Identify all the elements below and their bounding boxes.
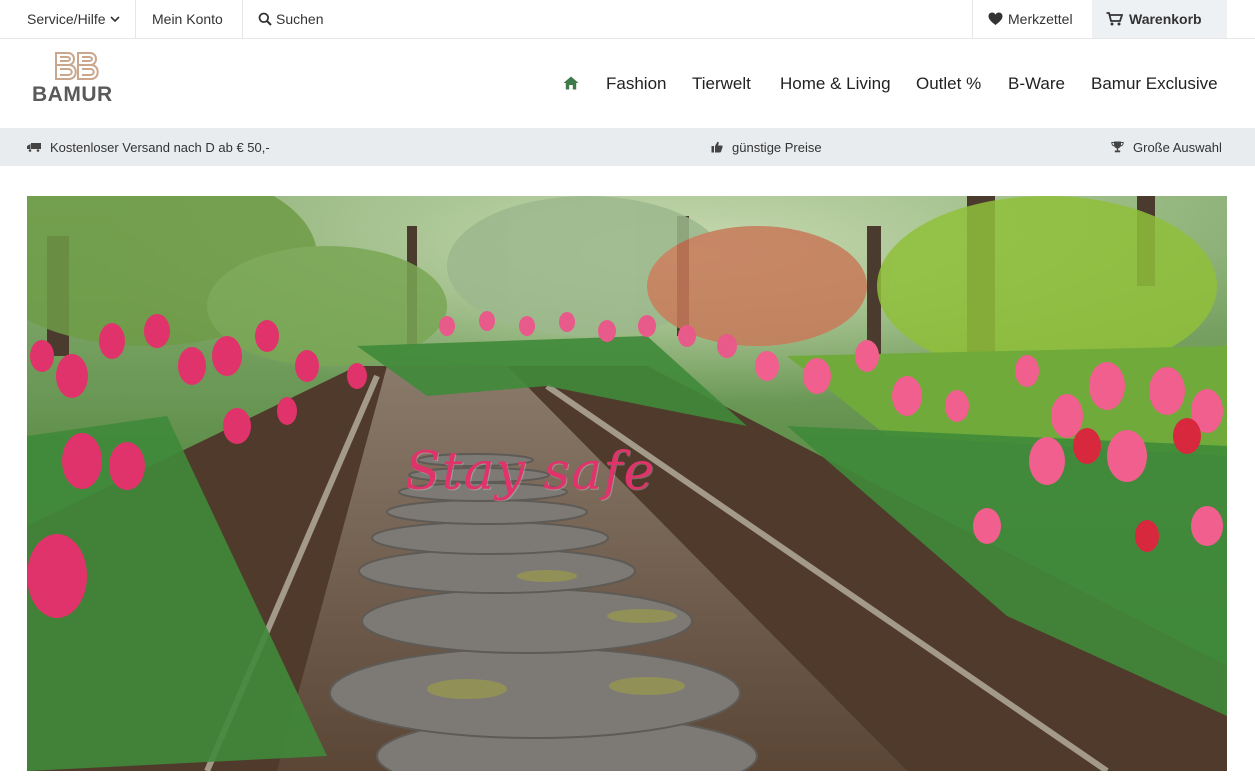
- cart-button[interactable]: Warenkorb: [1092, 0, 1227, 38]
- cart-label: Warenkorb: [1129, 11, 1202, 27]
- nav-bamur-exclusive[interactable]: Bamur Exclusive: [1091, 74, 1218, 94]
- heart-icon: [988, 12, 1003, 26]
- nav-b-ware[interactable]: B-Ware: [1008, 74, 1065, 94]
- hero-banner[interactable]: Stay safe: [27, 196, 1227, 771]
- divider: [242, 0, 243, 38]
- nav-tierwelt[interactable]: Tierwelt: [692, 74, 751, 94]
- search-label: Suchen: [276, 11, 324, 27]
- divider: [135, 0, 136, 38]
- hero-title: Stay safe: [405, 442, 656, 502]
- wishlist-link[interactable]: Merkzettel: [988, 0, 1073, 38]
- benefit-shipping: Kostenloser Versand nach D ab € 50,-: [27, 128, 270, 166]
- logo-text: BAMUR: [32, 83, 113, 106]
- wishlist-label: Merkzettel: [1008, 11, 1073, 27]
- trophy-icon: [1111, 141, 1124, 153]
- benefits-bar: Kostenloser Versand nach D ab € 50,- gün…: [0, 128, 1255, 166]
- chevron-down-icon: [110, 15, 120, 23]
- nav-fashion[interactable]: Fashion: [606, 74, 666, 94]
- search-toggle[interactable]: Suchen: [258, 0, 323, 38]
- search-icon: [258, 12, 272, 26]
- benefit-shipping-label: Kostenloser Versand nach D ab € 50,-: [50, 139, 270, 155]
- cart-icon: [1106, 12, 1123, 26]
- service-help-label: Service/Hilfe: [27, 11, 106, 27]
- thumbs-up-icon: [711, 141, 723, 153]
- nav-outlet[interactable]: Outlet %: [916, 74, 981, 94]
- home-icon[interactable]: [563, 76, 579, 95]
- main-header: BAMUR Fashion Tierwelt Home & Living Out…: [0, 39, 1255, 128]
- benefit-prices: günstige Preise: [711, 128, 822, 166]
- truck-icon: [27, 143, 41, 152]
- divider: [972, 0, 973, 38]
- service-help-menu[interactable]: Service/Hilfe: [27, 0, 120, 38]
- benefit-selection-label: Große Auswahl: [1133, 139, 1222, 155]
- my-account-label: Mein Konto: [152, 11, 223, 27]
- benefit-selection: Große Auswahl: [1111, 128, 1222, 166]
- top-utility-bar: Service/Hilfe Mein Konto Suchen Merkzett…: [0, 0, 1255, 39]
- nav-home-living[interactable]: Home & Living: [780, 74, 891, 94]
- benefit-prices-label: günstige Preise: [732, 139, 822, 155]
- my-account-link[interactable]: Mein Konto: [152, 0, 223, 38]
